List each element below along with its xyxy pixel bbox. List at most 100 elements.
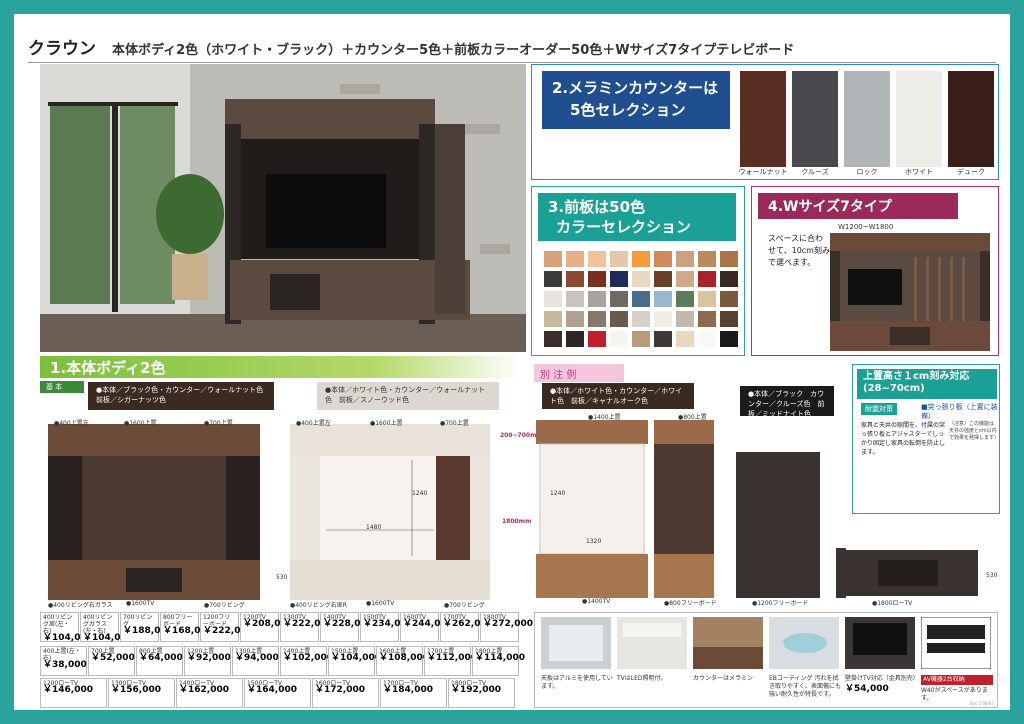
- feature-item: AV機器2台収納 W40がスペースがあります。: [920, 616, 993, 703]
- features-strip: 天板はアルミを使用しています。 TVはLED照明付。 カウンターはメラミン EB…: [534, 612, 998, 708]
- black-unit-illustration: [48, 424, 260, 600]
- custom-example-illustration: [536, 420, 846, 598]
- swatch-cruise: [792, 71, 838, 167]
- counter-colors-title: 2.メラミンカウンターは 5色セレクション: [542, 71, 730, 129]
- price-cell: 800上置 ￥64,000: [136, 646, 183, 676]
- unit-label: ●1600TV: [126, 600, 155, 607]
- color-swatch: [566, 271, 584, 287]
- color-swatch: [588, 271, 606, 287]
- price-cell: 1500ローTV ￥164,000: [244, 678, 311, 708]
- feature-item: EBコーティング 汚れを拭き取りやすく、表面傷にも強い耐久性が特長です。: [769, 617, 841, 699]
- color-swatch-grid: [544, 251, 740, 351]
- unit-label: ●1600TV: [366, 600, 395, 607]
- unit-label: ●1200フリーボード: [752, 600, 809, 607]
- product-price: ￥262,000: [443, 619, 493, 629]
- price-cell: 1400TV ￥228,000: [320, 612, 373, 642]
- unit-label: ●400上置左: [296, 420, 331, 427]
- price-cell: 1400上置 ￥102,000: [280, 646, 333, 676]
- width-range-label: W1200~W1800: [838, 223, 894, 231]
- price-cell: 1700上置 ￥112,000: [424, 646, 477, 676]
- price-cell: 700リビング ￥188,000: [120, 612, 173, 642]
- color-swatch: [654, 271, 672, 287]
- front-colors-section: 3.前板は50色 カラーセレクション: [531, 186, 745, 356]
- basic-tag: 基 本: [40, 381, 84, 393]
- price-row: 1200ローTV ￥146,000 1300ローTV ￥156,000 1400ローTV…: [40, 678, 515, 708]
- front-colors-title: 3.前板は50色 カラーセレクション: [538, 193, 736, 241]
- price-cell: 800フリーボード ￥168,000: [160, 612, 213, 642]
- unit-label: ●700上置: [440, 420, 469, 427]
- custom-example-tag: 別 注 例: [534, 364, 624, 382]
- unit-label: ●400リビング右扉R: [290, 602, 347, 609]
- product-price: ￥104,000: [43, 633, 93, 643]
- header-divider: [28, 62, 996, 63]
- swatch-label: クルーズ: [801, 168, 829, 176]
- swatch-label: デューク: [957, 168, 985, 176]
- unit-label: ●700リビング: [204, 602, 245, 609]
- product-price: ￥164,000: [247, 685, 297, 695]
- color-swatch: [698, 271, 716, 287]
- color-swatch: [654, 251, 672, 267]
- price-cell: 1300TV ￥222,000: [280, 612, 333, 642]
- swatch-duke: [948, 71, 994, 167]
- unit-label: ●1600上置: [124, 420, 157, 427]
- dimension-height: 530: [986, 572, 998, 579]
- product-price: ￥92,000: [187, 653, 231, 663]
- price-cell: 1200フリーボード ￥222,000: [200, 612, 253, 642]
- swatch-label: ホワイト: [905, 168, 933, 176]
- product-price: ￥222,000: [203, 626, 253, 636]
- color-swatch: [632, 251, 650, 267]
- color-swatch: [720, 291, 738, 307]
- color-swatch: [720, 331, 738, 347]
- color-swatch: [698, 291, 716, 307]
- unit-label: ●800フリーボード: [664, 600, 717, 607]
- product-price: ￥146,000: [43, 685, 93, 695]
- price-cell: 1200TV ￥208,000: [240, 612, 293, 642]
- product-price: ￥156,000: [111, 685, 161, 695]
- product-price: ￥188,000: [123, 626, 173, 636]
- header: クラウン 本体ボディ2色（ホワイト・ブラック）＋カウンター5色＋前板カラーオーダ…: [28, 34, 795, 59]
- color-swatch: [544, 251, 562, 267]
- price-cell: 1300上置 ￥94,000: [232, 646, 279, 676]
- price-cell: 1600上置 ￥108,000: [376, 646, 429, 676]
- price-cell: 1200ローTV ￥146,000: [40, 678, 107, 708]
- price-table: 400リビング扉(左・右) ￥104,000 400リビングガラス(左・右) ￥104…: [40, 612, 533, 708]
- product-price: ￥222,000: [283, 619, 333, 629]
- top-height-section: 上置高さ１cm刻み対応 (28~70cm) 耐震対策 ■突っ張り板（上置に装備）…: [852, 364, 1000, 514]
- color-swatch: [588, 311, 606, 327]
- color-swatch: [588, 251, 606, 267]
- price-row: 400リビング扉(左・右) ￥104,000 400リビングガラス(左・右) ￥104…: [40, 612, 533, 643]
- product-price: ￥192,000: [451, 685, 501, 695]
- color-swatch: [676, 291, 694, 307]
- color-swatch: [544, 291, 562, 307]
- price-cell: 1300ローTV ￥156,000: [108, 678, 175, 708]
- color-swatch: [610, 291, 628, 307]
- dimension-top-range: 200~700mm: [500, 432, 543, 439]
- dimension-width: 1320: [586, 538, 602, 545]
- color-swatch: [632, 291, 650, 307]
- color-swatch: [654, 311, 672, 327]
- headline: 本体ボディ2色（ホワイト・ブラック）＋カウンター5色＋前板カラーオーダー50色＋…: [112, 43, 795, 58]
- color-swatch: [544, 271, 562, 287]
- color-swatch: [566, 251, 584, 267]
- tv-board-illustration: [830, 233, 990, 351]
- color-swatch: [632, 311, 650, 327]
- price-row: 400上置(左・右) ￥38,000 700上置 ￥52,000 800上置 ￥64,00…: [40, 646, 525, 676]
- product-price: ￥162,000: [179, 685, 229, 695]
- tension-board-note: ■突っ張り板（上置に装備）: [921, 403, 998, 420]
- product-price: ￥112,000: [427, 653, 477, 663]
- price-cell: 400リビングガラス(左・右) ￥104,000: [80, 612, 133, 643]
- product-price: ￥234,000: [363, 619, 413, 629]
- color-swatch: [588, 291, 606, 307]
- brand-name: クラウン: [28, 39, 96, 59]
- color-swatch: [544, 331, 562, 347]
- color-swatch: [632, 331, 650, 347]
- swatch-label: ロック: [856, 168, 878, 176]
- dimension-total-height: 1800mm: [502, 518, 532, 525]
- catalog-page: { "header":{"brand":"クラウン","headline":"本…: [14, 14, 1010, 710]
- price-cell: 400リビング扉(左・右) ￥104,000: [40, 612, 93, 643]
- feature-item: カウンターはメラミン: [693, 617, 765, 683]
- color-swatch: [676, 271, 694, 287]
- price-cell: 1500上置 ￥104,000: [328, 646, 381, 676]
- color-swatch: [676, 251, 694, 267]
- product-price: ￥184,000: [383, 685, 433, 695]
